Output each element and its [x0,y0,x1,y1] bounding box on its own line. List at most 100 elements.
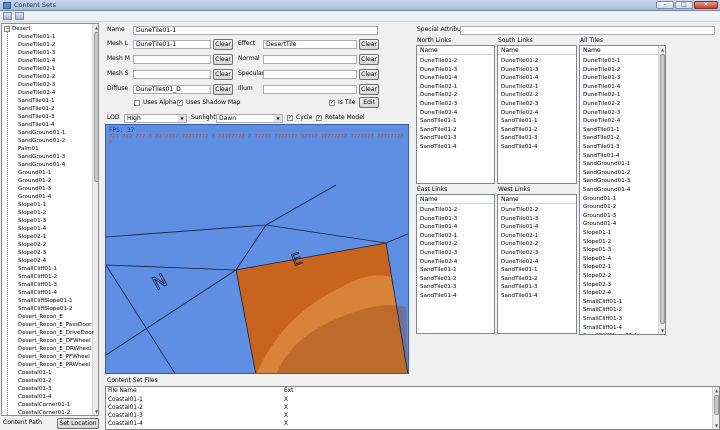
ext-column-header[interactable]: Ext [284,387,293,395]
open-icon[interactable] [3,12,12,20]
uses-shadow-map-checkbox[interactable]: ✓ [177,100,183,106]
list-item[interactable]: Ground01-1 [583,195,616,204]
tree-item[interactable]: DuneTile02-3 [18,81,55,89]
all-tiles-scrollbar[interactable]: ▲ ▼ [658,46,665,334]
illum-clear-button[interactable]: Clear [359,84,379,95]
list-item[interactable]: DuneTile01-3 [420,215,457,224]
list-item[interactable]: SandTile01-4 [501,292,538,301]
list-item[interactable]: SandTile01-1 [501,117,538,126]
list-item[interactable]: DuneTile01-3 [583,74,620,83]
list-header[interactable]: Name [417,195,494,204]
tree-item[interactable]: SmallCliffSlope01-1 [18,297,73,305]
tree-item[interactable]: Desert_Recon_E_DFWheel [18,337,91,345]
minimize-button[interactable]: – [656,1,674,9]
list-item[interactable]: DuneTile01-4 [420,223,457,232]
normal-clear-button[interactable]: Clear [359,54,379,65]
tree-item[interactable]: Ground01-4 [18,193,51,201]
tree-item[interactable]: Slope02-4 [18,257,46,265]
list-item[interactable]: SandTile01-2 [501,275,538,284]
tree-item[interactable]: Ground01-3 [18,185,51,193]
content-set-files-grid[interactable]: File Name Ext ▲ ▼ Coastal01-1 X Coastal01-… [105,386,720,430]
list-item[interactable]: DuneTile01-3 [501,215,538,224]
east-links-list[interactable]: Name DuneTile01-2 DuneTile01-3 DuneTile01-4… [416,194,495,334]
list-header[interactable]: Name [498,46,576,55]
list-item[interactable]: Slope01-4 [583,255,611,264]
list-item[interactable]: DuneTile01-2 [420,57,457,66]
tree-item[interactable]: DuneTile02-1 [18,65,55,73]
tree-item[interactable]: DuneTile02-4 [18,89,55,97]
specular-clear-button[interactable]: Clear [359,69,379,80]
tree-item[interactable]: DuneTile02-2 [18,73,55,81]
list-item[interactable]: SandTile01-3 [583,143,620,152]
scroll-down-icon[interactable]: ▼ [659,327,665,334]
tree-item[interactable]: SandGround01-1 [18,129,65,137]
tree-item[interactable]: SandGround01-3 [18,153,65,161]
mesh-s-field[interactable] [133,70,211,79]
rotate-model-checkbox[interactable]: ✓ [316,115,322,121]
tree-item[interactable]: SmallCliff01-2 [18,273,57,281]
file-name-cell[interactable]: Coastal01-3 [108,412,143,420]
specular-field[interactable] [263,70,357,79]
tree-item[interactable]: Slope02-3 [18,249,46,257]
list-item[interactable]: SandGround01-1 [583,160,630,169]
special-attribute-field[interactable] [460,26,715,35]
ext-cell[interactable]: X [284,412,288,420]
tree-item[interactable]: Coastal01-3 [18,385,52,393]
effect-field[interactable]: DesertTile [263,40,357,49]
list-item[interactable]: Slope02-1 [583,263,611,272]
scroll-up-icon[interactable]: ▲ [659,46,665,53]
list-header[interactable]: Name [580,46,665,55]
tree-item[interactable]: SmallCliff01-3 [18,281,57,289]
tree-item[interactable]: Desert_Recon_E [18,313,63,321]
list-item[interactable]: DuneTile02-1 [420,83,457,92]
tree-item[interactable]: DuneTile01-1 [18,33,55,41]
tree-item[interactable]: Ground01-1 [18,169,51,177]
scroll-thumb[interactable] [660,54,665,324]
list-item[interactable]: SmallCliffSlope01-1 [583,332,638,334]
list-item[interactable]: DuneTile01-3 [501,66,538,75]
list-item[interactable]: SandTile01-4 [420,143,457,152]
maximize-button[interactable]: □ [675,1,693,9]
list-item[interactable]: SandTile01-2 [420,275,457,284]
scroll-down-icon[interactable]: ▼ [713,422,719,429]
list-item[interactable]: DuneTile02-3 [501,249,538,258]
ext-cell[interactable]: X [284,420,288,428]
list-item[interactable]: DuneTile02-2 [501,240,538,249]
sunlight-select[interactable]: Dawn ▼ [216,114,283,123]
file-name-cell[interactable]: Coastal01-2 [108,404,143,412]
cycle-checkbox[interactable]: ✓ [287,115,293,121]
list-item[interactable]: DuneTile02-1 [420,232,457,241]
list-item[interactable]: DuneTile01-2 [583,66,620,75]
south-links-list[interactable]: Name DuneTile01-2 DuneTile01-3 DuneTile01-4… [497,45,577,184]
uses-alpha-checkbox[interactable] [134,100,140,106]
tree-item[interactable]: Ground01-2 [18,177,51,185]
list-item[interactable]: DuneTile01-2 [501,57,538,66]
tree-item[interactable]: Desert_Recon_E_PFWheel [18,353,90,361]
list-item[interactable]: DuneTile02-4 [420,109,457,118]
list-item[interactable]: DuneTile01-3 [420,66,457,75]
list-item[interactable]: SmallCliff01-1 [583,298,622,307]
north-links-list[interactable]: Name DuneTile01-2 DuneTile01-3 DuneTile01-4… [416,45,495,184]
tree-item[interactable]: Slope02-2 [18,241,46,249]
list-item[interactable]: DuneTile02-4 [420,258,457,267]
tree-item[interactable]: DuneTile01-2 [18,41,55,49]
list-item[interactable]: SmallCliff01-3 [583,315,622,324]
list-item[interactable]: SandTile01-3 [420,283,457,292]
illum-field[interactable] [263,85,357,94]
list-item[interactable]: Ground01-3 [583,212,616,221]
tree-item[interactable]: Coastal01-1 [18,369,52,377]
list-item[interactable]: Slope02-3 [583,281,611,290]
scroll-thumb[interactable] [714,395,719,415]
mesh-s-clear-button[interactable]: Clear [213,69,233,80]
list-item[interactable]: SandTile01-4 [583,152,620,161]
list-item[interactable]: DuneTile01-1 [583,57,620,66]
list-item[interactable]: DuneTile01-4 [583,83,620,92]
tree-item[interactable]: SandTile01-4 [18,121,55,129]
tree-scrollbar[interactable]: ▲ ▼ [92,24,98,415]
scroll-up-icon[interactable]: ▲ [713,387,719,394]
tree-item[interactable]: Slope01-2 [18,209,46,217]
tree-item[interactable]: SandGround01-2 [18,137,65,145]
all-tiles-list[interactable]: ▲ ▼ Name DuneTile01-1 DuneTile01-2 DuneTile… [579,45,666,335]
list-item[interactable]: SandTile01-1 [420,266,457,275]
scroll-up-icon[interactable]: ▲ [93,24,98,31]
